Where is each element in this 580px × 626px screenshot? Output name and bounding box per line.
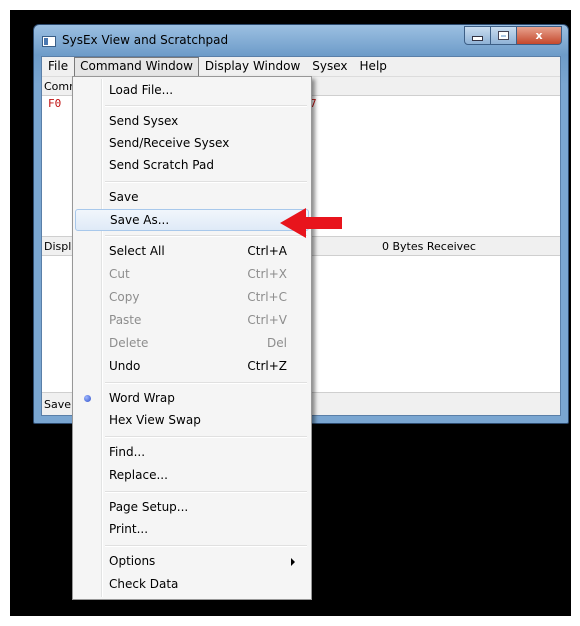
menu-item-select-all[interactable]: Select All Ctrl+A: [75, 241, 309, 263]
menu-separator: [105, 491, 307, 493]
close-button[interactable]: x: [517, 26, 562, 45]
minimize-button[interactable]: [464, 26, 491, 45]
status-text: Save: [44, 398, 72, 411]
menu-item-send-sysex[interactable]: Send Sysex: [75, 111, 309, 133]
menu-item-paste[interactable]: Paste Ctrl+V: [75, 310, 309, 332]
menu-help[interactable]: Help: [354, 57, 393, 76]
window-title: SysEx View and Scratchpad: [62, 33, 229, 47]
menu-sysex[interactable]: Sysex: [306, 57, 353, 76]
menu-item-check-data[interactable]: Check Data: [75, 574, 309, 596]
menu-separator: [105, 181, 307, 183]
menu-separator: [105, 436, 307, 438]
chevron-right-icon: [291, 558, 295, 566]
menu-item-delete[interactable]: Delete Del: [75, 333, 309, 355]
minimize-icon: [472, 36, 483, 41]
menu-file[interactable]: File: [42, 57, 74, 76]
menu-item-hex-view-swap[interactable]: Hex View Swap: [75, 410, 309, 432]
menu-separator: [105, 105, 307, 107]
menu-item-print[interactable]: Print...: [75, 519, 309, 541]
radio-dot-icon: [84, 395, 91, 402]
menu-item-cut[interactable]: Cut Ctrl+X: [75, 264, 309, 286]
bytes-received-label: 0 Bytes Receivec: [382, 240, 476, 253]
menu-item-copy[interactable]: Copy Ctrl+C: [75, 287, 309, 309]
menu-item-word-wrap[interactable]: Word Wrap: [75, 388, 309, 410]
menu-item-send-receive-sysex[interactable]: Send/Receive Sysex: [75, 133, 309, 155]
display-pane-label: Displ: [44, 240, 72, 253]
menu-separator: [105, 382, 307, 384]
menu-display-window[interactable]: Display Window: [199, 57, 306, 76]
menu-separator: [105, 235, 307, 237]
command-hex-start: F0: [48, 97, 62, 110]
caption-buttons: x: [464, 26, 562, 45]
maximize-button[interactable]: [491, 26, 517, 45]
menu-item-save[interactable]: Save: [75, 187, 309, 209]
title-bar[interactable]: SysEx View and Scratchpad x: [34, 25, 568, 56]
menu-bar: File Command Window Display Window Sysex…: [42, 57, 560, 77]
menu-item-options[interactable]: Options: [75, 551, 309, 573]
window-app-icon[interactable]: [42, 36, 56, 47]
menu-item-find[interactable]: Find...: [75, 442, 309, 464]
menu-item-send-scratch-pad[interactable]: Send Scratch Pad: [75, 155, 309, 177]
command-window-menu: Load File... Send Sysex Send/Receive Sys…: [72, 76, 312, 600]
menu-item-save-as[interactable]: Save As...: [75, 209, 309, 231]
red-arrow-icon: [280, 208, 342, 238]
menu-item-load-file[interactable]: Load File...: [75, 80, 309, 102]
menu-separator: [105, 545, 307, 547]
menu-item-replace[interactable]: Replace...: [75, 465, 309, 487]
menu-item-page-setup[interactable]: Page Setup...: [75, 497, 309, 519]
maximize-icon: [498, 31, 509, 40]
menu-item-undo[interactable]: Undo Ctrl+Z: [75, 356, 309, 378]
menu-command-window[interactable]: Command Window: [74, 57, 199, 77]
close-icon: x: [535, 29, 543, 42]
